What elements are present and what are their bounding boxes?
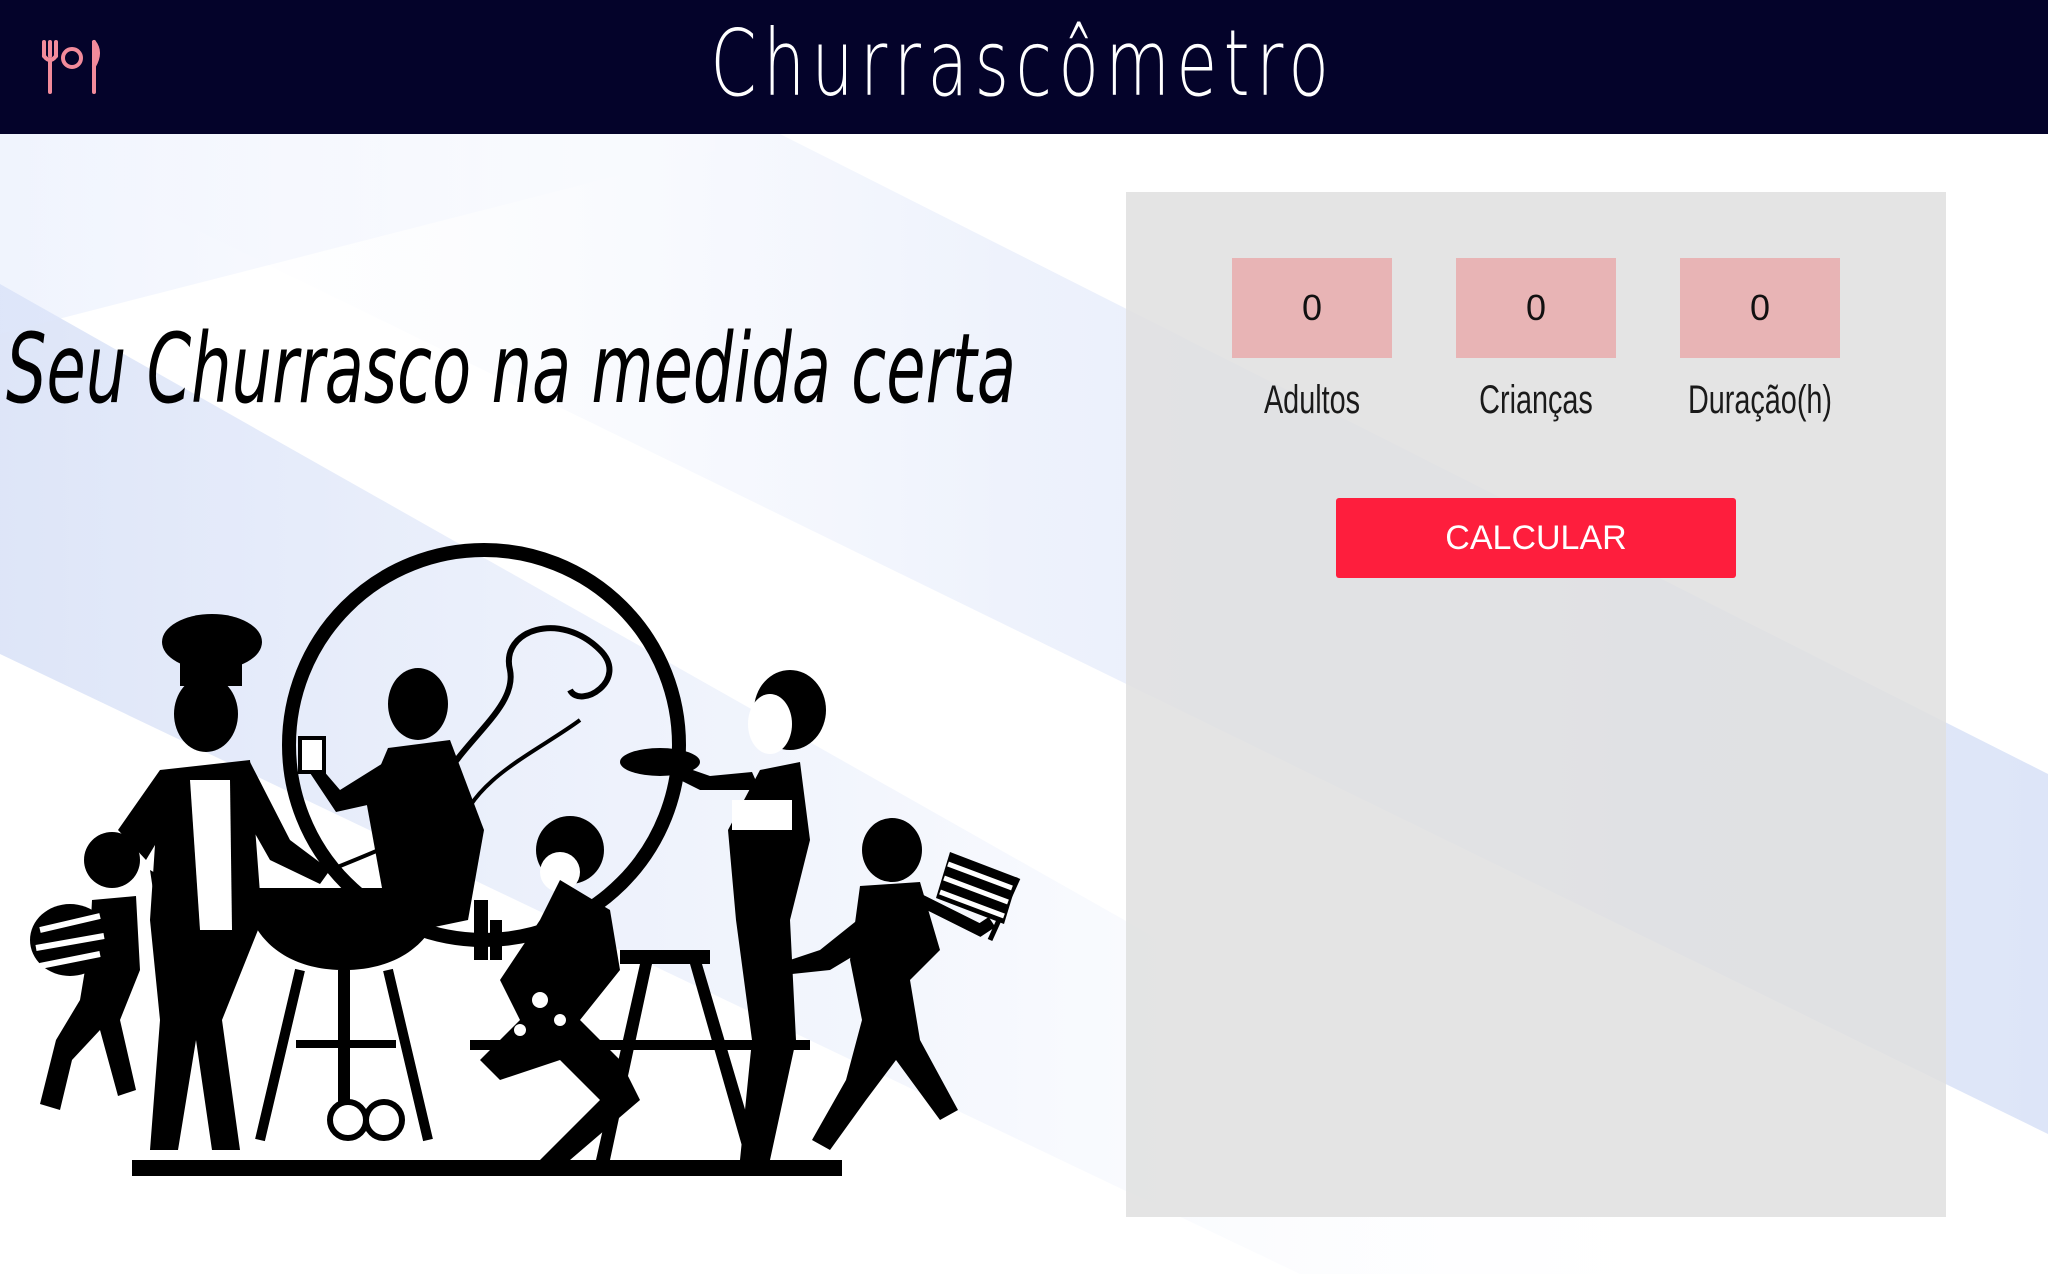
adultos-field: Adultos (1232, 258, 1392, 422)
criancas-field: Crianças (1456, 258, 1616, 422)
duracao-input[interactable] (1680, 258, 1840, 358)
hero-tagline-text: Seu Churrasco na medida certa (6, 313, 1016, 425)
calcular-button[interactable]: CALCULAR (1336, 498, 1736, 578)
duracao-label: Duração(h) (1687, 378, 1833, 422)
duracao-field: Duração(h) (1680, 258, 1840, 422)
calculator-panel: Adultos Crianças Duração(h) CALCULAR (1126, 192, 1946, 1217)
hero-tagline: Seu Churrasco na medida certa (6, 302, 1066, 432)
family-barbecue-silhouette (30, 543, 1021, 1176)
adultos-label: Adultos (1263, 378, 1361, 422)
criancas-input[interactable] (1456, 258, 1616, 358)
criancas-label: Crianças (1479, 378, 1593, 422)
app-title: Churrascômetro (710, 10, 1336, 117)
fork-plate-knife-icon[interactable] (36, 36, 104, 96)
top-bar: Churrascômetro (0, 0, 2048, 134)
adultos-input[interactable] (1232, 258, 1392, 358)
